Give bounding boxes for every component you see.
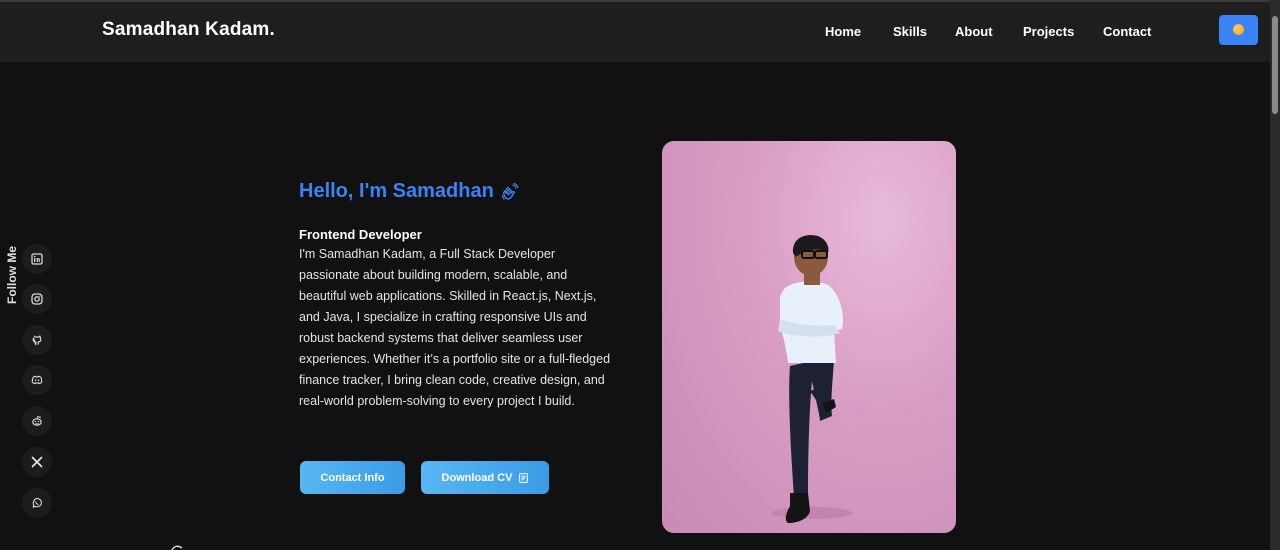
instagram-icon [31,293,43,305]
linkedin-icon [31,253,43,265]
instagram-link[interactable] [22,284,52,314]
x-link[interactable] [22,447,52,477]
reddit-link[interactable] [22,406,52,436]
waving-hand-icon [501,182,519,200]
contact-info-button[interactable]: Contact Info [300,461,405,494]
nav-contact[interactable]: Contact [1103,24,1151,39]
hero-bio: I'm Samadhan Kadam, a Full Stack Develop… [299,247,611,408]
discord-link[interactable] [22,365,52,395]
profile-photo [662,141,956,533]
reddit-icon [32,416,42,426]
document-icon [519,472,529,483]
whatsapp-link[interactable] [22,488,52,518]
discord-icon [31,375,43,385]
hero-greeting: Hello, I'm Samadhan [299,180,520,203]
linkedin-link[interactable] [22,244,52,274]
hero-greeting-text: Hello, I'm Samadhan [299,180,494,202]
download-cv-button[interactable]: Download CV [421,461,549,494]
nav-about[interactable]: About [955,24,993,39]
hero-role: Frontend Developer [299,227,422,242]
nav-home[interactable]: Home [825,24,861,39]
navbar: Samadhan Kadam. Home Skills About Projec… [0,2,1270,62]
scrollbar[interactable] [1270,0,1280,550]
brand-logo[interactable]: Samadhan Kadam. [102,19,275,41]
scrollbar-thumb[interactable] [1272,16,1278,114]
nav-skills[interactable]: Skills [893,24,927,39]
x-icon [31,456,43,468]
whatsapp-icon [32,498,42,508]
sun-icon [1233,24,1244,35]
contact-info-label: Contact Info [320,471,385,484]
theme-toggle-button[interactable] [1219,15,1258,45]
github-icon [32,335,42,346]
person-illustration [772,235,852,523]
follow-me-label: Follow Me [5,246,19,304]
scroll-indicator [171,545,183,550]
download-cv-label: Download CV [441,471,513,484]
nav-projects[interactable]: Projects [1023,24,1074,39]
github-link[interactable] [22,325,52,355]
